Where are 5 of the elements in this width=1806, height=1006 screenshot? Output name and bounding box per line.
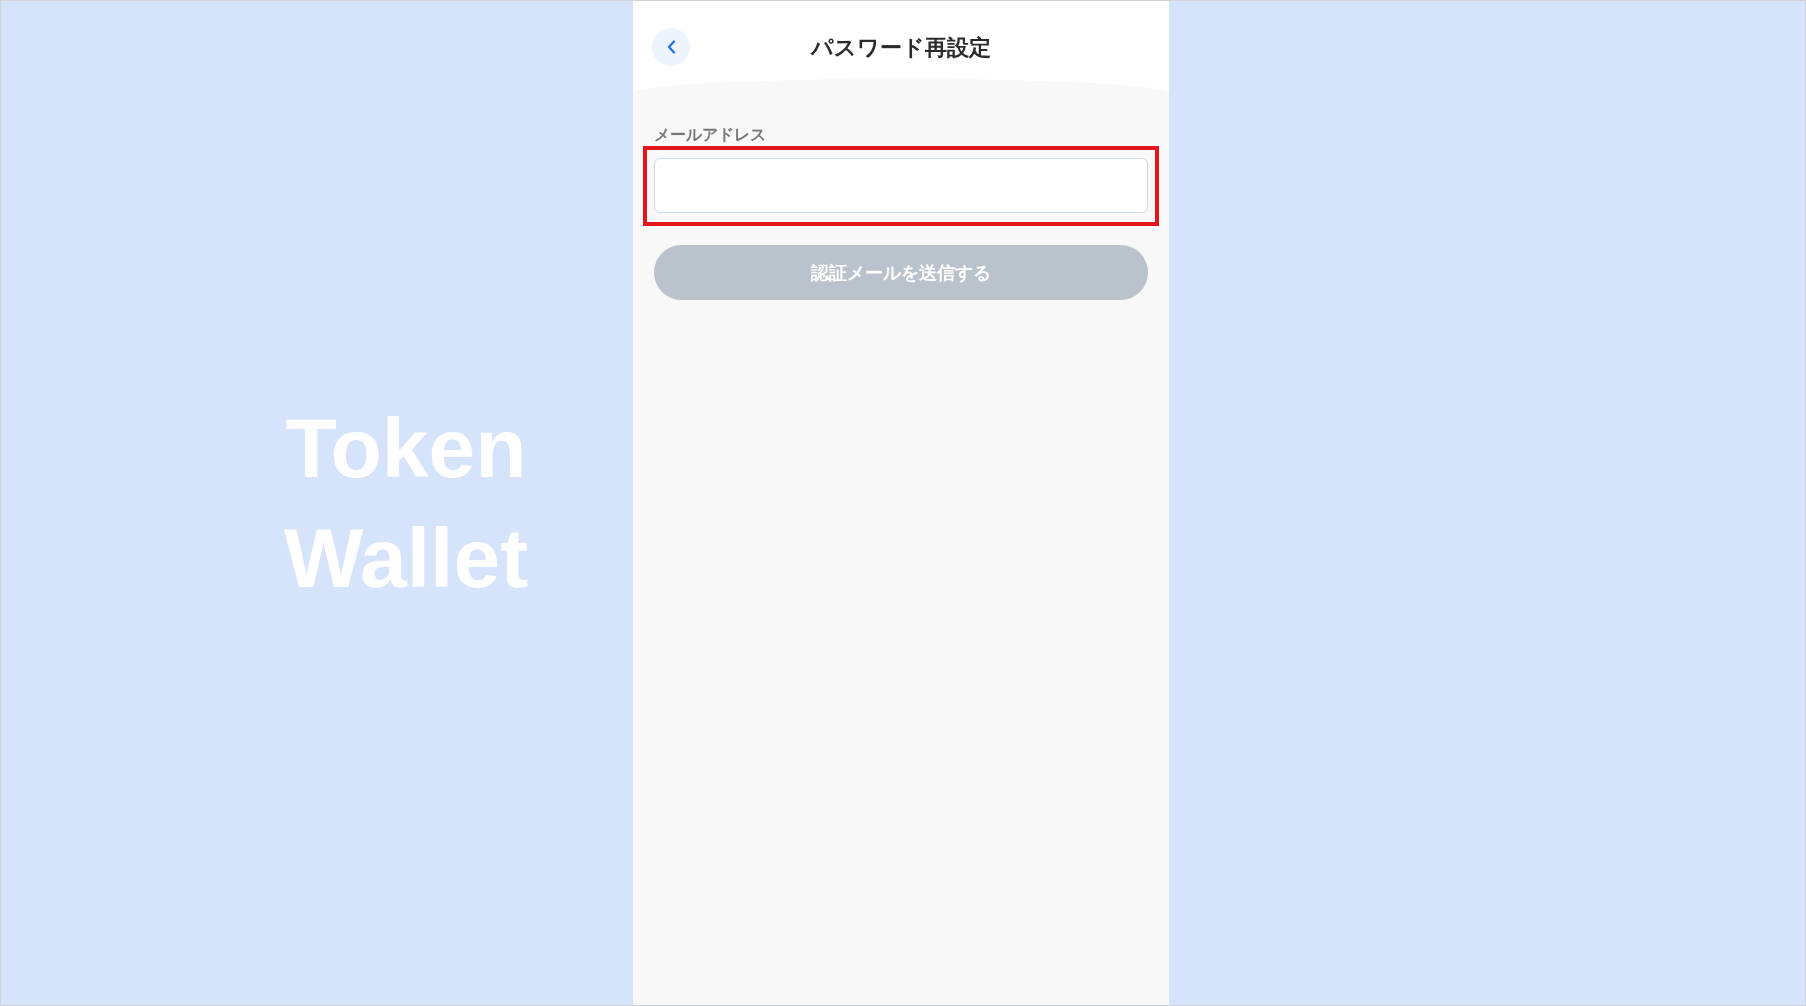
page-title: パスワード再設定 <box>811 33 991 62</box>
email-label: メールアドレス <box>654 125 767 145</box>
back-button[interactable] <box>652 28 690 66</box>
chevron-left-icon <box>666 40 676 54</box>
email-input[interactable] <box>654 158 1148 213</box>
